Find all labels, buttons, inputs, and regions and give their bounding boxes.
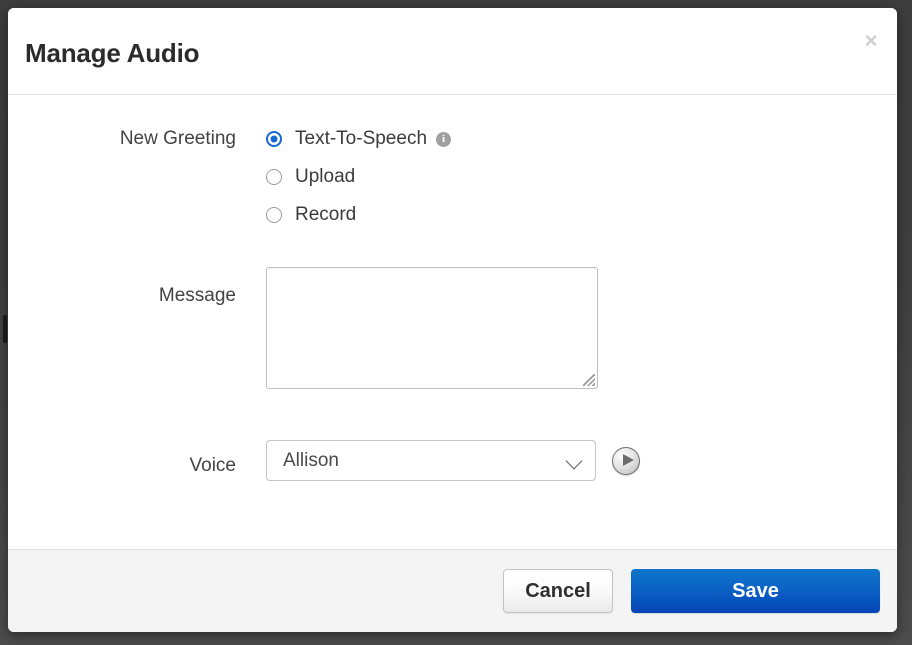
- voice-label: Voice: [189, 454, 236, 476]
- message-label: Message: [158, 285, 236, 306]
- new-greeting-label: New Greeting: [119, 128, 236, 149]
- page-title: Manage Audio: [25, 38, 200, 68]
- radio-label-record: Record: [295, 204, 357, 225]
- close-icon[interactable]: ×: [858, 28, 884, 54]
- dialog-body: New Greeting Text-To-Speech i Upload Rec…: [8, 95, 897, 549]
- new-greeting-radio-group: Text-To-Speech i Upload Record: [266, 128, 452, 225]
- radio-indicator-text-to-speech[interactable]: [266, 131, 282, 147]
- radio-record[interactable]: Record: [266, 205, 451, 225]
- cancel-button[interactable]: Cancel: [503, 569, 613, 613]
- chevron-down-icon[interactable]: [565, 452, 583, 470]
- dialog-header: Manage Audio ×: [8, 8, 897, 95]
- radio-indicator-upload[interactable]: [266, 169, 282, 185]
- voice-select[interactable]: Allison: [266, 440, 596, 481]
- info-icon[interactable]: i: [436, 131, 452, 147]
- radio-upload[interactable]: Upload: [266, 167, 451, 187]
- page-scrollbar-thumb[interactable]: [3, 315, 7, 343]
- message-input[interactable]: [266, 267, 598, 389]
- voice-selected-value: Allison: [283, 449, 339, 471]
- radio-text-to-speech[interactable]: Text-To-Speech i: [266, 128, 452, 149]
- message-row: Message: [8, 267, 598, 389]
- radio-label-upload: Upload: [295, 166, 356, 187]
- resize-handle[interactable]: [583, 374, 595, 386]
- voice-row: Voice Allison: [8, 440, 640, 481]
- radio-label-text-to-speech: Text-To-Speech: [295, 128, 428, 149]
- new-greeting-row: New Greeting Text-To-Speech i Upload Rec…: [8, 128, 452, 225]
- radio-indicator-record[interactable]: [266, 207, 282, 223]
- manage-audio-dialog: Manage Audio × New Greeting Text-To-Spee…: [8, 8, 897, 632]
- save-button[interactable]: Save: [631, 569, 880, 613]
- dialog-footer: Cancel Save: [8, 549, 897, 632]
- play-icon[interactable]: [612, 446, 640, 475]
